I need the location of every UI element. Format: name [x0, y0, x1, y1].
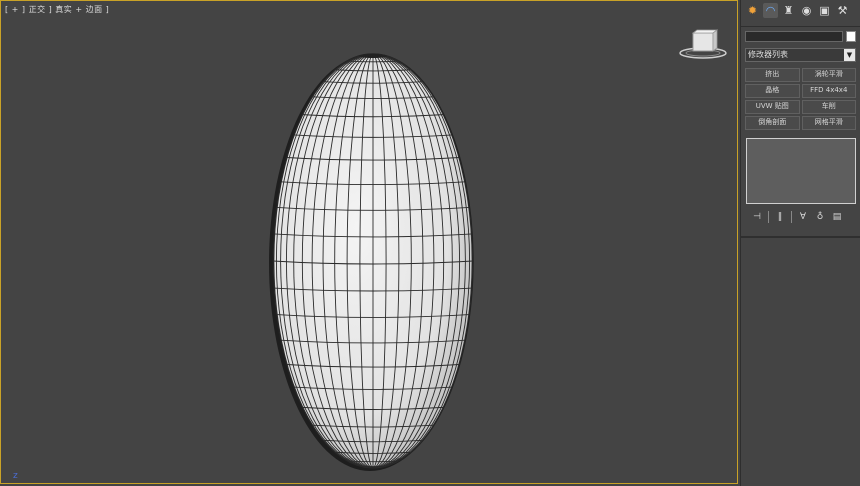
modifier-button[interactable]: 倒角剖面 [745, 116, 800, 130]
viewcube-icon[interactable] [677, 27, 729, 61]
modify-arc-icon[interactable]: ◠ [763, 3, 778, 18]
pin-stack-icon[interactable]: ⊣ [751, 212, 763, 222]
show-end-result-icon[interactable]: ‖ [774, 212, 786, 222]
modifier-button[interactable]: 车削 [801, 100, 856, 114]
make-unique-icon[interactable]: ∀ [797, 212, 809, 222]
modifier-list-dropdown[interactable]: 修改器列表 ▼ [745, 48, 856, 62]
modifier-stack-list[interactable] [746, 138, 856, 204]
modifier-button[interactable]: 晶格 [745, 84, 800, 98]
divider [768, 211, 769, 223]
display-icon[interactable]: ▣ [817, 3, 832, 18]
wrench-icon[interactable]: ⚒ [835, 3, 850, 18]
modifier-list-label: 修改器列表 [748, 50, 788, 59]
modifier-button[interactable]: 挤出 [745, 68, 800, 82]
chevron-down-icon: ▼ [844, 49, 855, 61]
divider [791, 211, 792, 223]
sun-icon[interactable]: ✹ [745, 3, 760, 18]
object-color-swatch[interactable] [846, 31, 856, 42]
divider [741, 26, 860, 27]
motion-icon[interactable]: ◉ [799, 3, 814, 18]
hierarchy-icon[interactable]: ♜ [781, 3, 796, 18]
ellipsoid-mesh[interactable] [1, 1, 738, 484]
command-panel-tabs: ✹ ◠ ♜ ◉ ▣ ⚒ [741, 0, 860, 20]
modifier-button[interactable]: 涡轮平滑 [801, 68, 856, 82]
configure-sets-icon[interactable]: ▤ [831, 212, 843, 222]
command-panel: ✹ ◠ ♜ ◉ ▣ ⚒ 修改器列表 ▼ 挤出 涡轮平滑 晶格 FFD 4x4x4 UVW 贴图 车削… [740, 0, 860, 486]
modifier-button[interactable]: 网格平滑 [801, 116, 856, 130]
object-name-row [745, 31, 856, 44]
mesh-top-pole [359, 54, 387, 58]
divider [741, 236, 860, 238]
remove-modifier-icon[interactable]: ♁ [814, 212, 826, 222]
object-name-field[interactable] [745, 31, 843, 42]
parameters-rollout-area [741, 230, 860, 486]
modifier-button[interactable]: UVW 贴图 [745, 100, 800, 114]
modifier-buttons: 挤出 涡轮平滑 晶格 FFD 4x4x4 UVW 贴图 车削 倒角剖面 网格平滑 [745, 68, 856, 130]
perspective-viewport[interactable]: [ + ] 正交 ] 真实 + 边面 ] z [0, 0, 738, 484]
axis-tripod-mark: z [13, 471, 18, 481]
modifier-button[interactable]: FFD 4x4x4 [801, 84, 856, 98]
modifier-stack-tools: ⊣ ‖ ∀ ♁ ▤ [751, 210, 860, 224]
